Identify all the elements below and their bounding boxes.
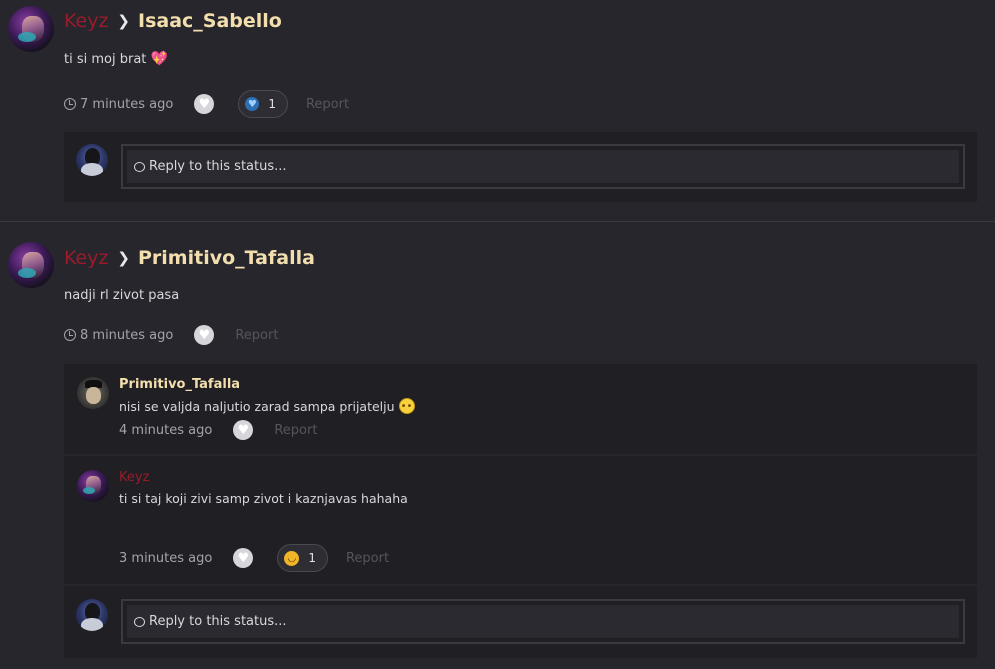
- like-button[interactable]: ♥: [233, 420, 254, 440]
- comment-meta: 3 minutes ago ♥ ◡ 1 Report: [119, 544, 389, 572]
- report-link[interactable]: Report: [235, 328, 278, 343]
- comment: Keyz ti si taj koji zivi samp zivot i ka…: [64, 456, 977, 584]
- status-meta: 7 minutes ago ♥ ♥ 1 Report: [64, 90, 349, 118]
- status-header: Keyz ❯ Primitivo_Tafalla: [64, 247, 315, 269]
- reply-panel: Reply to this status...: [64, 132, 977, 202]
- comment-author-avatar[interactable]: [77, 470, 109, 502]
- reaction-summary[interactable]: ◡ 1: [277, 544, 328, 572]
- reaction-summary[interactable]: ♥ 1: [238, 90, 288, 118]
- timestamp[interactable]: 7 minutes ago: [80, 97, 173, 112]
- status-message: ti si moj brat 💖: [64, 51, 168, 67]
- status-message: nadji rl zivot pasa: [64, 288, 180, 303]
- report-link[interactable]: Report: [274, 423, 317, 438]
- status-post: Keyz ❯ Primitivo_Tafalla nadji rl zivot …: [0, 236, 995, 669]
- timestamp[interactable]: 8 minutes ago: [80, 328, 173, 343]
- heart-reaction-icon: ♥: [245, 97, 260, 111]
- reply-input[interactable]: Reply to this status...: [121, 599, 965, 644]
- comment-timestamp[interactable]: 3 minutes ago: [119, 551, 212, 566]
- comment-text: nisi se valjda naljutio zarad sampa prij…: [119, 398, 415, 414]
- like-button[interactable]: ♥: [233, 548, 254, 568]
- status-header: Keyz ❯ Isaac_Sabello: [64, 10, 282, 32]
- author-name-link[interactable]: Keyz: [64, 247, 108, 269]
- rolling-eyes-emoji-icon: ••: [398, 398, 415, 414]
- like-button[interactable]: ♥: [194, 94, 215, 114]
- comment-author-link[interactable]: Primitivo_Tafalla: [119, 377, 240, 392]
- clock-icon: [64, 98, 76, 110]
- comment-author-avatar[interactable]: [77, 377, 109, 409]
- heart-emoji-icon: 💖: [150, 51, 168, 67]
- reply-placeholder: Reply to this status...: [149, 614, 287, 629]
- report-link[interactable]: Report: [346, 551, 389, 566]
- reply-panel: Reply to this status...: [64, 586, 977, 658]
- chevron-right-icon: ❯: [117, 12, 130, 30]
- status-post: Keyz ❯ Isaac_Sabello ti si moj brat 💖 7 …: [0, 0, 995, 222]
- reply-placeholder: Reply to this status...: [149, 159, 287, 174]
- laugh-reaction-icon: ◡: [284, 550, 300, 566]
- author-avatar[interactable]: [8, 6, 54, 52]
- status-meta: 8 minutes ago ♥ Report: [64, 325, 278, 345]
- comment-meta: 4 minutes ago ♥ Report: [119, 420, 317, 440]
- comment-timestamp[interactable]: 4 minutes ago: [119, 423, 212, 438]
- author-avatar[interactable]: [8, 242, 54, 288]
- like-button[interactable]: ♥: [194, 325, 215, 345]
- comment: Primitivo_Tafalla nisi se valjda naljuti…: [64, 364, 977, 454]
- target-name-link[interactable]: Isaac_Sabello: [138, 10, 282, 32]
- chevron-right-icon: ❯: [117, 249, 130, 267]
- current-user-avatar: [76, 599, 108, 631]
- current-user-avatar: [76, 144, 108, 176]
- target-name-link[interactable]: Primitivo_Tafalla: [138, 247, 315, 269]
- reaction-count: 1: [268, 97, 276, 111]
- comment-icon: [134, 161, 145, 172]
- author-name-link[interactable]: Keyz: [64, 10, 108, 32]
- comment-author-link[interactable]: Keyz: [119, 470, 149, 485]
- reply-input[interactable]: Reply to this status...: [121, 144, 965, 189]
- comment-text: ti si taj koji zivi samp zivot i kaznjav…: [119, 491, 408, 506]
- clock-icon: [64, 329, 76, 341]
- reaction-count: 1: [308, 551, 316, 565]
- comment-icon: [134, 616, 145, 627]
- report-link[interactable]: Report: [306, 97, 349, 112]
